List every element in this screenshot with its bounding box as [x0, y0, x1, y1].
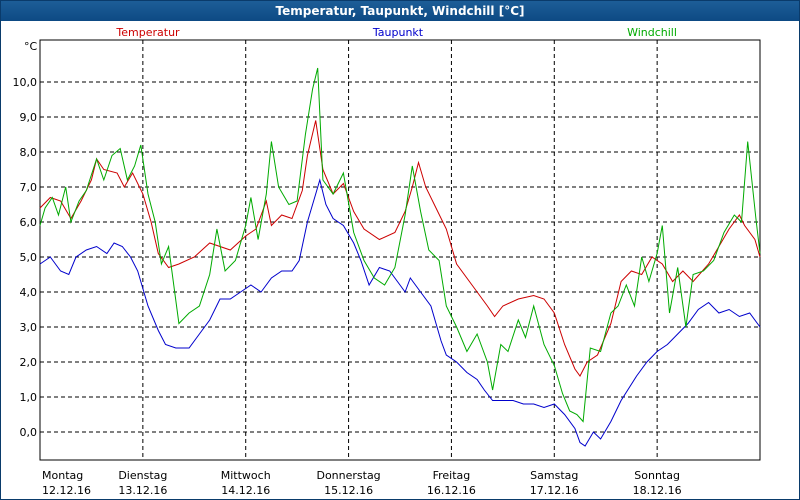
- line-chart: °C 0,0 1,0 2,0 3,0 4,0 5,0 6,0 7,0 8,0 9,0 10,0 Mo…: [13, 26, 761, 497]
- x-tick-day: Montag: [42, 469, 83, 482]
- series-line-temperatur: [39, 120, 761, 377]
- y-axis: °C 0,0 1,0 2,0 3,0 4,0 5,0 6,0 7,0 8,0 9,0 10,0: [13, 40, 38, 439]
- y-tick-label: 3,0: [20, 321, 38, 334]
- legend: Temperatur Taupunkt Windchill: [115, 26, 677, 39]
- y-tick-label: 8,0: [20, 146, 38, 159]
- x-tick-day: Sonntag: [634, 469, 680, 482]
- x-tick-date: 13.12.16: [118, 484, 167, 497]
- legend-windchill: Windchill: [627, 26, 677, 39]
- x-tick-date: 17.12.16: [530, 484, 579, 497]
- legend-temperatur: Temperatur: [115, 26, 180, 39]
- series-line-taupunkt: [39, 178, 761, 447]
- x-tick-day: Dienstag: [118, 469, 167, 482]
- y-tick-label: 6,0: [20, 216, 38, 229]
- x-tick-date: 16.12.16: [427, 484, 476, 497]
- legend-taupunkt: Taupunkt: [372, 26, 424, 39]
- x-tick-day: Donnerstag: [316, 469, 380, 482]
- x-tick-day: Samstag: [530, 469, 578, 482]
- x-tick-date: 15.12.16: [324, 484, 373, 497]
- y-tick-label: 0,0: [20, 426, 38, 439]
- x-tick-date: 14.12.16: [221, 484, 270, 497]
- x-tick-date: 12.12.16: [42, 484, 91, 497]
- y-tick-label: 5,0: [20, 251, 38, 264]
- y-tick-label: 9,0: [20, 111, 38, 124]
- y-tick-label: 1,0: [20, 391, 38, 404]
- y-tick-label: 2,0: [20, 356, 38, 369]
- x-tick-day: Freitag: [433, 469, 471, 482]
- x-tick-day: Mittwoch: [221, 469, 271, 482]
- y-tick-label: 7,0: [20, 181, 38, 194]
- y-axis-unit: °C: [24, 40, 38, 53]
- y-tick-label: 10,0: [13, 76, 38, 89]
- grid-lines: [40, 40, 760, 460]
- y-tick-label: 4,0: [20, 286, 38, 299]
- x-axis: Montag 12.12.16 Dienstag 13.12.16 Mittwoch 14…: [42, 469, 682, 497]
- x-tick-date: 18.12.16: [633, 484, 682, 497]
- series-line-windchill: [39, 67, 761, 423]
